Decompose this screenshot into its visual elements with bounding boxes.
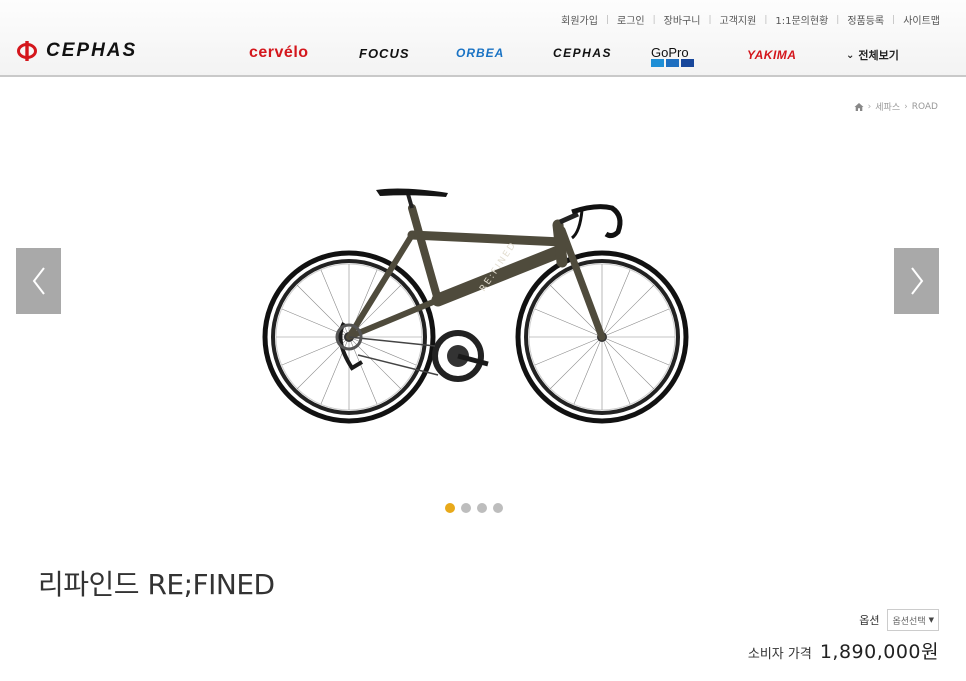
slider-next-button[interactable] bbox=[894, 248, 939, 314]
slide-dot-1[interactable] bbox=[445, 503, 455, 513]
product-title: 리파인드 RE;FINED bbox=[38, 568, 275, 601]
caret-down-icon: ▼ bbox=[928, 616, 934, 624]
option-select-value: 옵션선택 bbox=[892, 616, 926, 627]
brand-orbea[interactable]: ORBEA bbox=[456, 46, 504, 60]
drivetrain bbox=[335, 321, 489, 382]
option-select[interactable]: 옵션선택 ▼ bbox=[887, 609, 939, 631]
site-header: 회원가입 | 로그인 | 장바구니 | 고객지원 | 1:1문의현황 | 정품등… bbox=[0, 0, 966, 77]
home-icon[interactable] bbox=[854, 102, 864, 112]
gopro-logo-bars bbox=[651, 59, 694, 67]
cephas-logo-icon bbox=[17, 41, 37, 61]
brand-gopro[interactable]: GoPro bbox=[651, 45, 689, 60]
brand-yakima[interactable]: YAKIMA bbox=[747, 48, 796, 62]
inquiry-status-link[interactable]: 1:1문의현황 bbox=[767, 12, 836, 27]
slide-dot-3[interactable] bbox=[477, 503, 487, 513]
slider-pagination bbox=[445, 503, 503, 513]
slider-prev-button[interactable] bbox=[16, 248, 61, 314]
chevron-down-icon: ⌄ bbox=[846, 49, 855, 61]
product-registration-link[interactable]: 정품등록 bbox=[839, 12, 892, 27]
brand-cephas[interactable]: CEPHAS bbox=[553, 46, 612, 60]
breadcrumb-separator-icon: › bbox=[904, 101, 908, 112]
breadcrumb: › 세파스 › ROAD bbox=[854, 100, 938, 113]
brand-focus[interactable]: FOCUS bbox=[359, 46, 410, 61]
site-logo[interactable]: CEPHAS bbox=[16, 40, 137, 62]
utility-nav: 회원가입 | 로그인 | 장바구니 | 고객지원 | 1:1문의현황 | 정품등… bbox=[553, 12, 940, 28]
signup-link[interactable]: 회원가입 bbox=[553, 12, 606, 27]
chevron-right-icon bbox=[910, 267, 923, 295]
breadcrumb-item-brand[interactable]: 세파스 bbox=[875, 100, 900, 113]
price-label: 소비자 가격 bbox=[747, 647, 812, 662]
sitemap-link[interactable]: 사이트맵 bbox=[895, 12, 940, 27]
price-row: 소비자 가격 1,890,000원 bbox=[748, 637, 939, 664]
slide-dot-4[interactable] bbox=[493, 503, 503, 513]
slide-dot-2[interactable] bbox=[461, 503, 471, 513]
logo-text: CEPHAS bbox=[46, 40, 138, 61]
option-label: 옵션 bbox=[859, 614, 880, 627]
brand-cervelo[interactable]: cervélo bbox=[249, 44, 309, 62]
view-all-label: 전체보기 bbox=[858, 49, 899, 62]
breadcrumb-item-category[interactable]: ROAD bbox=[912, 102, 938, 112]
login-link[interactable]: 로그인 bbox=[609, 12, 653, 27]
product-image-bike: RE:FINED bbox=[262, 188, 689, 424]
chevron-left-icon bbox=[32, 267, 45, 295]
cart-link[interactable]: 장바구니 bbox=[656, 12, 709, 27]
breadcrumb-separator-icon: › bbox=[867, 101, 872, 112]
view-all-button[interactable]: ⌄ 전체보기 bbox=[846, 47, 899, 63]
support-link[interactable]: 고객지원 bbox=[712, 12, 765, 27]
option-row: 옵션 옵션선택 ▼ bbox=[859, 609, 939, 631]
price-value: 1,890,000원 bbox=[819, 641, 939, 663]
